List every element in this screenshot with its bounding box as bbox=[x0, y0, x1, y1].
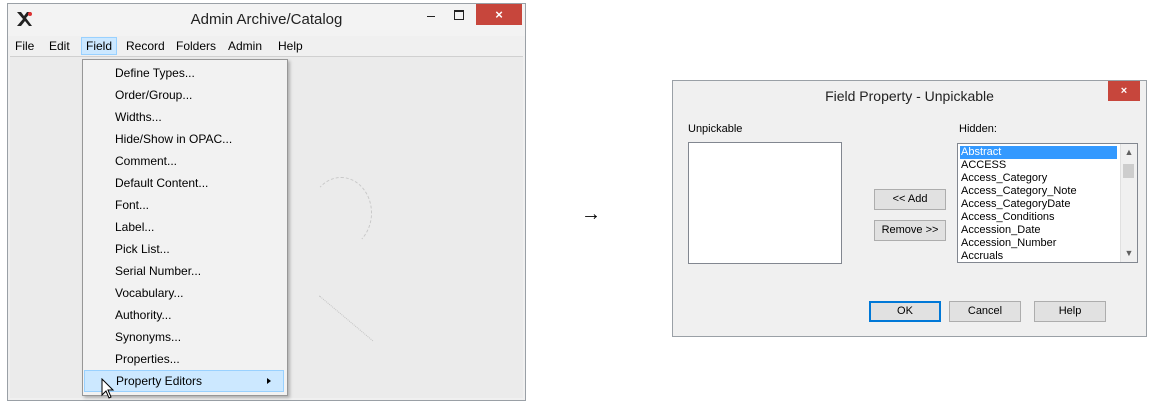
menu-admin[interactable]: Admin bbox=[224, 37, 266, 55]
menu-item-property-editors-label: Property Editors bbox=[116, 374, 203, 388]
dialog-title: Field Property - Unpickable bbox=[825, 88, 994, 104]
transition-arrow: → bbox=[581, 203, 601, 225]
scroll-up-icon[interactable]: ▲ bbox=[1121, 144, 1137, 161]
scroll-down-icon[interactable]: ▼ bbox=[1121, 245, 1137, 262]
menu-bar: File Edit Field Record Folders Admin Hel… bbox=[8, 37, 525, 55]
menu-item-define-types[interactable]: Define Types... bbox=[83, 62, 287, 84]
menu-item-serial-number[interactable]: Serial Number... bbox=[83, 260, 287, 282]
add-button[interactable]: << Add bbox=[874, 189, 946, 210]
minimize-icon bbox=[427, 16, 435, 17]
list-item[interactable]: Access_Conditions bbox=[961, 211, 1055, 224]
menu-item-hide-show-opac[interactable]: Hide/Show in OPAC... bbox=[83, 128, 287, 150]
menu-file[interactable]: File bbox=[11, 37, 38, 55]
hidden-listbox[interactable]: Abstract ACCESS Access_Category Access_C… bbox=[957, 143, 1138, 263]
minimize-button[interactable] bbox=[418, 4, 444, 25]
menu-item-default-content[interactable]: Default Content... bbox=[83, 172, 287, 194]
close-icon: × bbox=[495, 7, 503, 22]
menu-folders[interactable]: Folders bbox=[172, 37, 220, 55]
list-item[interactable]: Accession_Date bbox=[961, 224, 1041, 237]
menu-help[interactable]: Help bbox=[274, 37, 307, 55]
menu-record[interactable]: Record bbox=[122, 37, 169, 55]
unpickable-listbox[interactable] bbox=[688, 142, 842, 264]
list-item[interactable]: Accession_Number bbox=[961, 237, 1056, 250]
menu-item-pick-list[interactable]: Pick List... bbox=[83, 238, 287, 260]
maximize-icon bbox=[454, 9, 464, 20]
remove-button[interactable]: Remove >> bbox=[874, 220, 946, 241]
list-item[interactable]: Abstract bbox=[960, 146, 1117, 159]
field-property-dialog: Field Property - Unpickable × Unpickable… bbox=[672, 80, 1147, 337]
unpickable-label: Unpickable bbox=[688, 123, 743, 135]
list-item[interactable]: ACCESS bbox=[961, 159, 1006, 172]
hidden-label: Hidden: bbox=[959, 123, 997, 135]
menu-item-authority[interactable]: Authority... bbox=[83, 304, 287, 326]
close-icon: × bbox=[1120, 85, 1128, 97]
background-watermark bbox=[310, 177, 372, 249]
menu-item-font[interactable]: Font... bbox=[83, 194, 287, 216]
ok-button[interactable]: OK bbox=[869, 301, 941, 322]
dialog-close-button[interactable]: × bbox=[1108, 81, 1140, 101]
cancel-button[interactable]: Cancel bbox=[949, 301, 1021, 322]
menu-item-vocabulary[interactable]: Vocabulary... bbox=[83, 282, 287, 304]
menu-item-comment[interactable]: Comment... bbox=[83, 150, 287, 172]
list-item[interactable]: Accruals bbox=[961, 250, 1003, 263]
menu-item-widths[interactable]: Widths... bbox=[83, 106, 287, 128]
help-button[interactable]: Help bbox=[1034, 301, 1106, 322]
scrollbar-thumb[interactable] bbox=[1123, 164, 1134, 178]
maximize-button[interactable] bbox=[446, 4, 472, 25]
list-item[interactable]: Access_Category bbox=[961, 172, 1047, 185]
menu-item-properties[interactable]: Properties... bbox=[83, 348, 287, 370]
submenu-arrow-icon bbox=[267, 378, 271, 384]
menu-item-label[interactable]: Label... bbox=[83, 216, 287, 238]
title-bar: Admin Archive/Catalog × bbox=[8, 4, 525, 36]
menu-edit[interactable]: Edit bbox=[45, 37, 74, 55]
list-item[interactable]: Access_Category_Note bbox=[961, 185, 1077, 198]
menu-item-order-group[interactable]: Order/Group... bbox=[83, 84, 287, 106]
background-watermark-line bbox=[286, 295, 374, 380]
mouse-pointer-icon bbox=[101, 378, 115, 399]
hidden-listbox-scrollbar[interactable]: ▲ ▼ bbox=[1120, 144, 1137, 262]
menu-item-synonyms[interactable]: Synonyms... bbox=[83, 326, 287, 348]
menu-field[interactable]: Field bbox=[81, 37, 118, 55]
close-button[interactable]: × bbox=[476, 4, 522, 25]
list-item[interactable]: Access_CategoryDate bbox=[961, 198, 1070, 211]
field-dropdown-menu: Define Types... Order/Group... Widths...… bbox=[82, 59, 288, 396]
